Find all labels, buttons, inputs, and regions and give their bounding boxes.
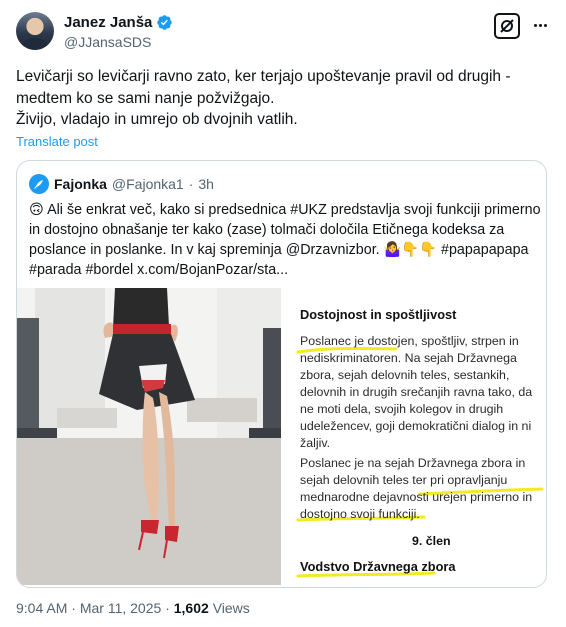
quoted-text-line: poslance in poslanke. In v kaj spreminja…	[29, 242, 529, 258]
meta-separator: ·	[165, 600, 170, 616]
document-line: sejah delovnih teles ter pri opravljanju	[300, 473, 508, 487]
quoted-author-handle[interactable]: @Fajonka1	[112, 176, 184, 192]
author-handle[interactable]: @JJansaSDS	[64, 34, 151, 50]
quoted-author-name[interactable]: Fajonka	[54, 176, 107, 192]
document-footer-heading: Vodstvo Državnega zbora	[300, 559, 456, 574]
grok-icon[interactable]	[494, 13, 520, 39]
document-line: delovnih in drugih srečanjih ravna tako,…	[300, 385, 533, 399]
translate-post-link[interactable]: Translate post	[16, 134, 98, 149]
meta-separator: ·	[71, 600, 76, 616]
document-line: zbora, sejah delovnih teles, sestankih,	[300, 368, 510, 382]
document-line: Poslanec je na sejah Državnega zbora in	[300, 456, 526, 470]
quoted-media[interactable]: Dostojnost in spoštljivost Poslanec je d…	[17, 288, 546, 587]
document-line: mednarodne dejavnosti urejen primerno in	[300, 490, 533, 504]
quoted-text-line: #parada #bordel x.com/BojanPozar/sta...	[29, 262, 289, 278]
document-line: Poslanec je dostojen, spoštljiv, strpen …	[300, 334, 519, 348]
tweet-text-line: Živijo, vladajo in umrejo ob dvojnih vat…	[16, 111, 298, 128]
author-avatar[interactable]	[16, 12, 54, 50]
post-time[interactable]: 9:04 AM	[16, 600, 67, 616]
author-name-row: Janez Janša	[64, 14, 173, 31]
document-title: Dostojnost in spoštljivost	[300, 307, 457, 322]
tweet-header: Janez Janša @JJansaSDS	[16, 10, 550, 54]
document-line: nediskriminatoren. Na sejah Državnega	[300, 351, 517, 365]
quoted-text-line: 🙃 Ali še enkrat več, kako si predsednica…	[29, 202, 541, 218]
document-line: dostojno svoji funkciji.	[300, 507, 420, 521]
quoted-tweet[interactable]: Fajonka @Fajonka1 · 3h 🙃 Ali še enkrat v…	[16, 160, 547, 588]
views-count: 1,602	[173, 600, 209, 616]
quoted-timestamp[interactable]: 3h	[198, 176, 214, 192]
author-name[interactable]: Janez Janša	[64, 14, 152, 31]
article-number: 9. člen	[412, 534, 451, 548]
quoted-tweet-header: Fajonka @Fajonka1 · 3h	[29, 174, 214, 194]
grok-glyph-icon	[500, 19, 514, 33]
post-date[interactable]: Mar 11, 2025	[80, 600, 161, 616]
document-line: udeležencev, goji demokratični dialog in…	[300, 419, 532, 433]
quoted-author-avatar[interactable]	[29, 174, 49, 194]
photo-illustration	[17, 288, 281, 585]
office-photo[interactable]	[17, 288, 281, 585]
tweet-text-line: Levičarji so levičarji ravno zato, ker t…	[16, 68, 511, 85]
document-line: žaljiv.	[300, 436, 331, 450]
ethics-code-document[interactable]: Dostojnost in spoštljivost Poslanec je d…	[281, 288, 546, 585]
quoted-tweet-text: 🙃 Ali še enkrat več, kako si predsednica…	[29, 200, 541, 280]
meta-separator: ·	[188, 176, 194, 192]
verified-badge-icon	[157, 15, 173, 30]
tweet-meta: 9:04 AM · Mar 11, 2025 · 1,602 Views	[16, 600, 250, 616]
views-label: Views	[212, 600, 250, 616]
quill-icon	[34, 180, 43, 189]
tweet-text: Levičarji so levičarji ravno zato, ker t…	[16, 66, 550, 131]
tweet-text-line: medtem ko se sami nanje požvižgajo.	[16, 89, 275, 107]
more-options-icon[interactable]	[529, 14, 551, 36]
quoted-text-line: in dostojno obnašanje ter kako (zase) to…	[29, 222, 505, 238]
document-line: ne moti dela, svojih kolegov in drugih	[300, 402, 504, 416]
